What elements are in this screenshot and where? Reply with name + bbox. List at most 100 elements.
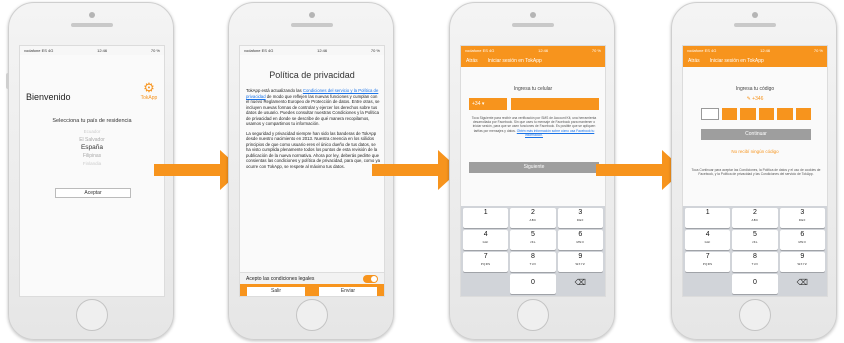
privacy-intro: TokApp está actualizando las	[246, 88, 302, 93]
speaker	[512, 23, 554, 27]
country-prompt: Selecciona tu país de residencia	[52, 118, 132, 124]
battery-label: 70 %	[591, 48, 601, 53]
numeric-keypad: 1 2 ABC 3 DEF 4 GHI 5 JKL 6 MNO 7 PQRS 8 TUV 9W…	[683, 206, 827, 296]
key-1[interactable]: 1	[685, 208, 731, 228]
next-button[interactable]: Siguiente	[469, 162, 599, 173]
code-label: Ingresa tu código	[735, 86, 775, 92]
accept-conditions-toggle[interactable]	[363, 274, 378, 283]
edit-phone-link[interactable]: ✎ +346	[683, 96, 827, 102]
accept-button[interactable]: Aceptar	[55, 188, 131, 198]
carrier-label: vodafone ES 4G	[687, 48, 717, 53]
phone-frame-1: vodafone ES 4G 12:46 70 % Bienvenido ⚙ T…	[6, 2, 174, 340]
key-9[interactable]: 9 WXYZ	[779, 252, 825, 272]
phone-label: Ingresa tu celular	[513, 86, 553, 92]
key-2[interactable]: 2 ABC	[510, 208, 556, 228]
country-option-selected[interactable]: España	[20, 144, 164, 152]
country-option[interactable]: Filipinas	[20, 152, 164, 160]
code-legal-text: Toca Continuar para aceptar las Condicio…	[691, 168, 821, 177]
key-3[interactable]: 3 DEF	[557, 208, 603, 228]
status-bar: vodafone ES 4G 12:46 70 %	[461, 46, 605, 55]
more-info-link[interactable]: Obtén más información sobre cómo usa Fac…	[517, 129, 595, 137]
nav-bar: Atrás Iniciar sesión en TokApp	[461, 55, 605, 67]
accept-conditions-row: Acepto las condiciones legales	[240, 272, 384, 284]
tokapp-logo: ⚙ TokApp	[138, 80, 160, 102]
nav-title: Iniciar sesión en TokApp	[487, 58, 542, 64]
country-picker[interactable]: Ecuador El Salvador España Filipinas Fin…	[20, 128, 164, 168]
key-5[interactable]: 5 JKL	[510, 230, 556, 250]
key-blank	[463, 274, 508, 294]
key-0[interactable]: 0	[732, 274, 778, 294]
status-bar: vodafone ES 4G 12:46 70 %	[20, 46, 164, 55]
exit-button[interactable]: Salir	[247, 286, 305, 296]
back-button[interactable]: Atrás	[688, 58, 700, 64]
resend-code-link[interactable]: No recibí ningún código	[683, 149, 827, 154]
backspace-icon[interactable]: ⌫	[558, 274, 603, 294]
country-option[interactable]: Ecuador	[20, 128, 164, 136]
phone-input-row: +34 ▾	[469, 98, 599, 110]
status-bar: vodafone ES 4G 12:46 70 %	[683, 46, 827, 55]
speaker	[734, 23, 776, 27]
key-8[interactable]: 8 TUV	[510, 252, 556, 272]
key-6[interactable]: 6 MNO	[557, 230, 603, 250]
backspace-icon[interactable]: ⌫	[780, 274, 825, 294]
continue-button[interactable]: Continuar	[701, 129, 811, 140]
accept-conditions-label: Acepto las condiciones legales	[246, 275, 315, 282]
camera	[89, 12, 95, 18]
home-button[interactable]	[739, 299, 771, 331]
key-7[interactable]: 7 PQRS	[685, 252, 731, 272]
time-label: 12:46	[538, 48, 549, 53]
privacy-actions: Salir Enviar	[240, 284, 384, 296]
code-digit-box[interactable]	[721, 108, 737, 120]
home-button[interactable]	[76, 299, 108, 331]
code-digit-box[interactable]	[777, 108, 793, 120]
key-4[interactable]: 4 GHI	[463, 230, 509, 250]
phone-frame-2: vodafone ES 4G 12:46 70 % Política de pr…	[228, 2, 394, 340]
login-code-screen: vodafone ES 4G 12:46 70 % Atrás Iniciar …	[682, 45, 828, 297]
volume-button	[6, 73, 9, 89]
code-digit-box[interactable]	[701, 108, 719, 120]
brand-label: TokApp	[140, 95, 158, 101]
home-button[interactable]	[296, 299, 328, 331]
key-5[interactable]: 5 JKL	[732, 230, 778, 250]
battery-label: 70 %	[370, 48, 380, 53]
home-button[interactable]	[517, 299, 549, 331]
login-phone-screen: vodafone ES 4G 12:46 70 % Atrás Iniciar …	[460, 45, 606, 297]
camera	[309, 12, 315, 18]
code-digit-box[interactable]	[740, 108, 756, 120]
key-6[interactable]: 6 MNO	[779, 230, 825, 250]
phone-frame-3: vodafone ES 4G 12:46 70 % Atrás Iniciar …	[449, 2, 615, 340]
code-input[interactable]	[701, 108, 811, 120]
send-button[interactable]: Enviar	[319, 286, 377, 296]
carrier-label: vodafone ES 4G	[465, 48, 495, 53]
time-label: 12:46	[97, 48, 108, 53]
key-7[interactable]: 7 PQRS	[463, 252, 509, 272]
bike-icon: ⚙	[143, 80, 155, 95]
welcome-title: Bienvenido	[26, 92, 71, 102]
code-digit-box[interactable]	[795, 108, 811, 120]
back-button[interactable]: Atrás	[466, 58, 478, 64]
key-4[interactable]: 4 GHI	[685, 230, 731, 250]
key-0[interactable]: 0	[510, 274, 556, 294]
key-9[interactable]: 9 WXYZ	[557, 252, 603, 272]
welcome-screen: vodafone ES 4G 12:46 70 % Bienvenido ⚙ T…	[19, 45, 165, 297]
key-3[interactable]: 3 DEF	[779, 208, 825, 228]
key-2[interactable]: 2 ABC	[732, 208, 778, 228]
code-digit-box[interactable]	[758, 108, 774, 120]
country-option[interactable]: El Salvador	[20, 136, 164, 144]
carrier-label: vodafone ES 4G	[244, 48, 274, 53]
country-option[interactable]: Finlandia	[20, 160, 164, 168]
privacy-screen: vodafone ES 4G 12:46 70 % Política de pr…	[239, 45, 385, 297]
key-8[interactable]: 8 TUV	[732, 252, 778, 272]
key-1[interactable]: 1	[463, 208, 509, 228]
camera	[530, 12, 536, 18]
time-label: 12:46	[317, 48, 328, 53]
numeric-keypad: 1 2 ABC 3 DEF 4 GHI 5 JKL 6 MNO 7 PQRS 8 TUV 9W…	[461, 206, 605, 296]
phone-number-input[interactable]	[511, 98, 599, 110]
privacy-paragraph: de modo que reflejen las nuevas funcione…	[246, 93, 380, 127]
battery-label: 70 %	[150, 48, 160, 53]
key-blank	[685, 274, 730, 294]
sms-legal-text: Toca Siguiente para recibir una verifica…	[469, 116, 599, 137]
camera	[752, 12, 758, 18]
speaker	[291, 23, 333, 27]
country-code-select[interactable]: +34 ▾	[469, 98, 507, 110]
